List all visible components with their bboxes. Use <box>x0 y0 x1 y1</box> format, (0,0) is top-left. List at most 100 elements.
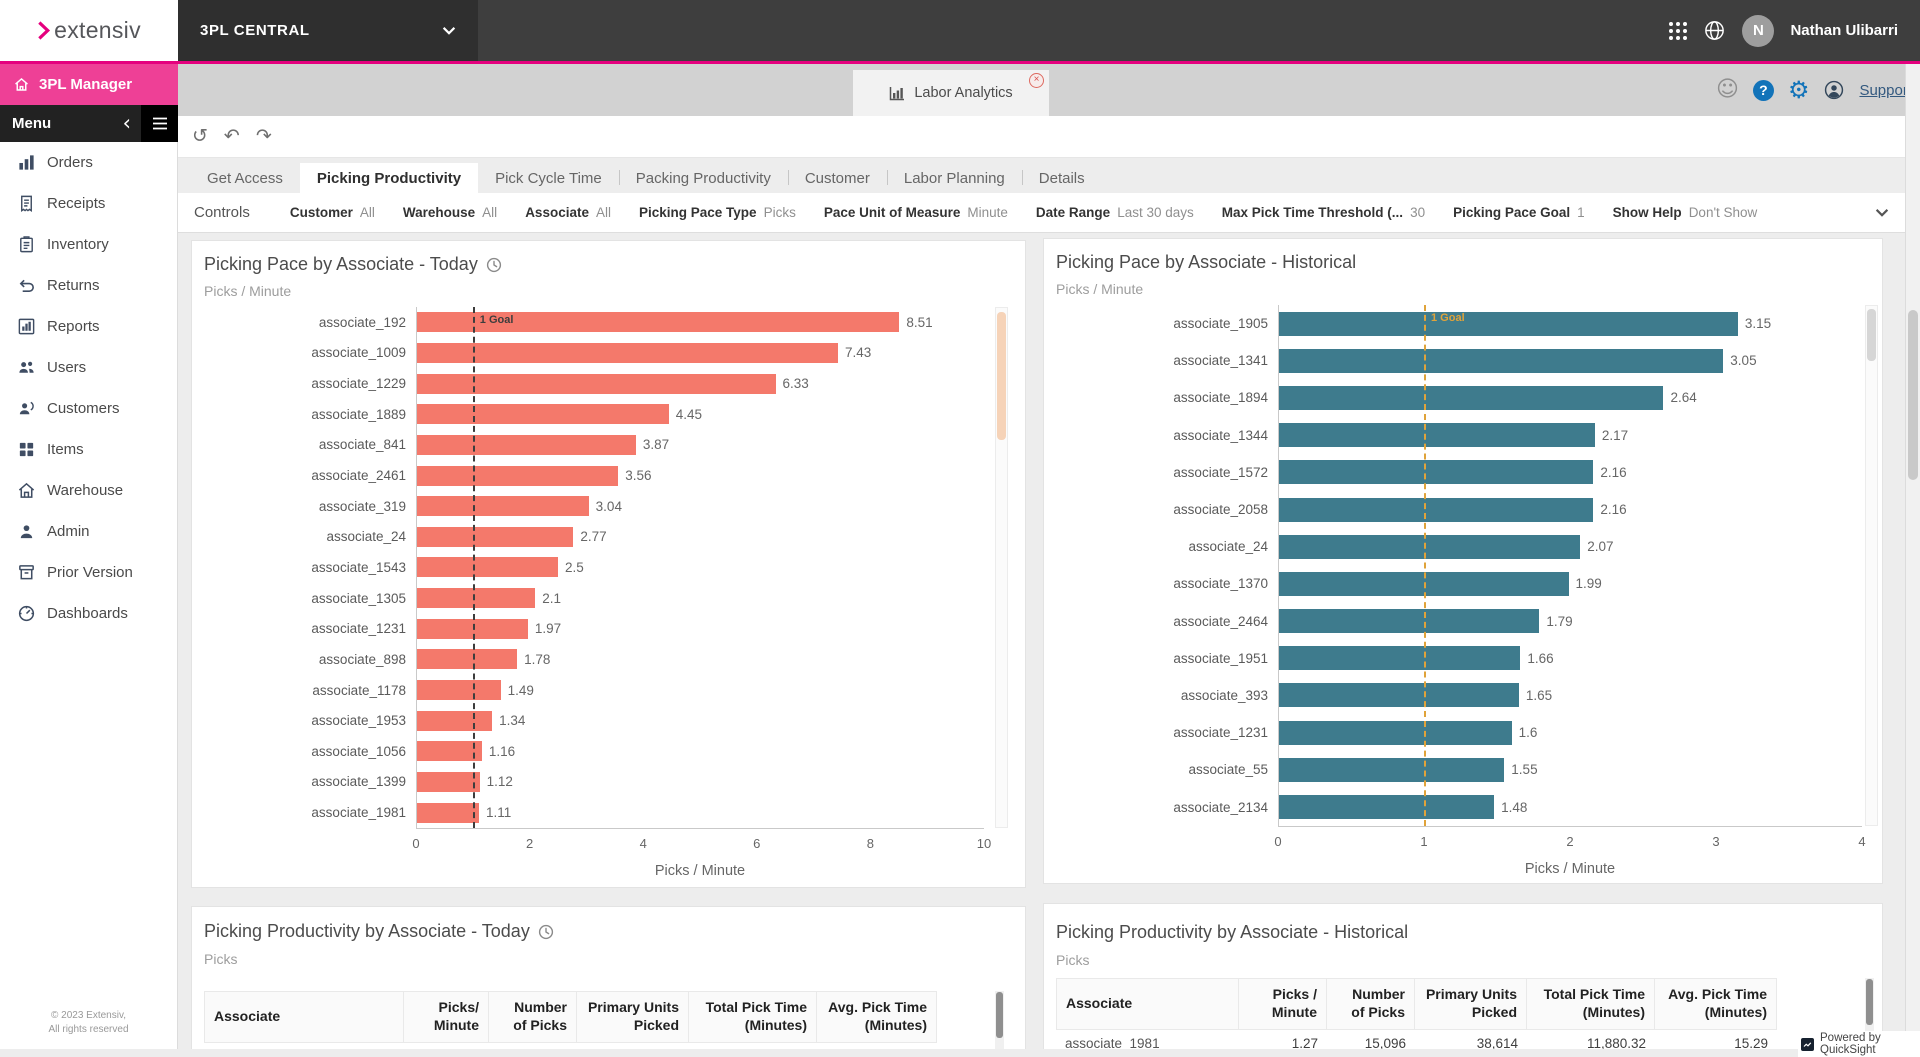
bar[interactable] <box>416 588 535 608</box>
bar[interactable] <box>1278 460 1593 484</box>
reset-icon[interactable]: ↺ <box>192 127 208 146</box>
table-scrollbar[interactable] <box>995 991 1004 1049</box>
sidebar-item-reports[interactable]: Reports <box>0 306 177 347</box>
org-selector-dropdown[interactable]: 3PL CENTRAL <box>178 0 478 61</box>
bar-value-label: 7.43 <box>845 345 871 360</box>
bar[interactable] <box>1278 312 1738 336</box>
control-filter-warehouse[interactable]: WarehouseAll <box>403 204 497 222</box>
sidebar-item-customers[interactable]: Customers <box>0 388 177 429</box>
sidebar-item-items[interactable]: Items <box>0 429 177 470</box>
bar[interactable] <box>1278 535 1580 559</box>
app-tab-strip: Labor Analytics × ☺ ? ⚙ Support <box>178 64 1920 116</box>
bar[interactable] <box>1278 683 1519 707</box>
bar[interactable] <box>416 772 480 792</box>
control-filter-associate[interactable]: AssociateAll <box>525 204 611 222</box>
bar[interactable] <box>416 711 492 731</box>
bar[interactable] <box>1278 795 1494 819</box>
inventory-icon <box>17 235 36 254</box>
sidebar-item-orders[interactable]: Orders <box>0 142 177 183</box>
bar-value-label: 1.16 <box>489 744 515 759</box>
chart-scrollbar[interactable] <box>1865 305 1878 826</box>
scrollbar-thumb[interactable] <box>1866 979 1873 1025</box>
tab-customer[interactable]: Customer <box>788 163 887 193</box>
collapse-sidebar-icon[interactable]: ‹ <box>123 113 141 134</box>
filter-value: Minute <box>967 205 1008 220</box>
sidebar-item-dashboards[interactable]: Dashboards <box>0 593 177 634</box>
bar[interactable] <box>416 343 838 363</box>
scrollbar-thumb[interactable] <box>1867 309 1876 361</box>
tab-get-access[interactable]: Get Access <box>190 163 300 193</box>
sidebar-item-users[interactable]: Users <box>0 347 177 388</box>
filter-value: 1 <box>1577 205 1585 220</box>
globe-icon[interactable] <box>1703 19 1726 42</box>
tab-details[interactable]: Details <box>1022 163 1102 193</box>
bar[interactable] <box>1278 423 1595 447</box>
sidebar-item-label: Returns <box>47 277 100 294</box>
bar[interactable] <box>1278 386 1663 410</box>
sidebar-item-prior-version[interactable]: Prior Version <box>0 552 177 593</box>
bar[interactable] <box>416 803 479 823</box>
sidebar-item-returns[interactable]: Returns <box>0 265 177 306</box>
scrollbar-thumb[interactable] <box>996 992 1003 1038</box>
bar[interactable] <box>416 527 573 547</box>
bar[interactable] <box>416 557 558 577</box>
avatar[interactable]: N <box>1742 15 1774 47</box>
close-icon[interactable]: × <box>1029 73 1044 88</box>
chart-scrollbar[interactable] <box>995 307 1008 828</box>
hamburger-menu-icon[interactable] <box>141 105 178 142</box>
control-filter-customer[interactable]: CustomerAll <box>290 204 375 222</box>
bar-category-label: associate_2464 <box>1056 614 1278 629</box>
page-scrollbar[interactable] <box>1905 64 1920 1049</box>
scrollbar-thumb[interactable] <box>997 312 1006 440</box>
bar[interactable] <box>416 649 517 669</box>
admin-icon <box>17 522 36 541</box>
bar[interactable] <box>416 435 636 455</box>
bar[interactable] <box>1278 758 1504 782</box>
tab-labor-planning[interactable]: Labor Planning <box>887 163 1022 193</box>
tab-labor-analytics[interactable]: Labor Analytics × <box>853 70 1049 116</box>
goal-label: 1 Goal <box>480 314 514 326</box>
sidebar-item-warehouse[interactable]: Warehouse <box>0 470 177 511</box>
bar[interactable] <box>1278 609 1539 633</box>
control-filter-date-range[interactable]: Date RangeLast 30 days <box>1036 204 1194 222</box>
bar[interactable] <box>416 404 669 424</box>
control-filter-picking-pace-type[interactable]: Picking Pace TypePicks <box>639 204 796 222</box>
bar[interactable] <box>416 680 501 700</box>
sidebar-item-inventory[interactable]: Inventory <box>0 224 177 265</box>
x-tick-label: 0 <box>412 836 419 851</box>
redo-icon[interactable]: ↷ <box>256 127 272 146</box>
goal-label: 1 Goal <box>1431 312 1465 324</box>
bar[interactable] <box>416 374 776 394</box>
feedback-smiley-icon[interactable]: ☺ <box>1716 79 1739 101</box>
chart-title: Picking Pace by Associate - Historical <box>1056 252 1356 273</box>
tab-picking-productivity[interactable]: Picking Productivity <box>300 163 478 193</box>
sidebar-item-admin[interactable]: Admin <box>0 511 177 552</box>
filter-label: Warehouse <box>403 205 475 220</box>
help-icon[interactable]: ? <box>1753 80 1774 101</box>
undo-icon[interactable]: ↶ <box>224 127 240 146</box>
sidebar-item-receipts[interactable]: Receipts <box>0 183 177 224</box>
apps-grid-icon[interactable] <box>1669 22 1687 40</box>
bar[interactable] <box>1278 498 1593 522</box>
control-filter-max-pick-time-threshold[interactable]: Max Pick Time Threshold (...30 <box>1222 204 1425 222</box>
tab-packing-productivity[interactable]: Packing Productivity <box>619 163 788 193</box>
bar[interactable] <box>416 466 618 486</box>
control-filter-pace-unit-of-measure[interactable]: Pace Unit of MeasureMinute <box>824 204 1008 222</box>
chevron-down-icon[interactable] <box>1875 208 1889 217</box>
support-agent-icon[interactable] <box>1823 79 1845 101</box>
bar-category-label: associate_1951 <box>1056 651 1278 666</box>
x-tick-label: 1 <box>1420 834 1427 849</box>
tab-pick-cycle-time[interactable]: Pick Cycle Time <box>478 163 619 193</box>
control-filter-show-help[interactable]: Show HelpDon't Show <box>1613 204 1758 222</box>
bar[interactable] <box>1278 349 1723 373</box>
chart-subtitle: Picks / Minute <box>204 283 291 299</box>
settings-gear-icon[interactable]: ⚙ <box>1788 78 1810 102</box>
filter-value: Don't Show <box>1689 205 1758 220</box>
bar[interactable] <box>1278 646 1520 670</box>
items-icon <box>17 440 36 459</box>
bar[interactable] <box>416 496 589 516</box>
control-filter-picking-pace-goal[interactable]: Picking Pace Goal1 <box>1453 204 1585 222</box>
column-header-number-of-picks: Number of Picks <box>489 991 577 1043</box>
scrollbar-thumb[interactable] <box>1908 310 1918 480</box>
bar[interactable] <box>1278 721 1512 745</box>
